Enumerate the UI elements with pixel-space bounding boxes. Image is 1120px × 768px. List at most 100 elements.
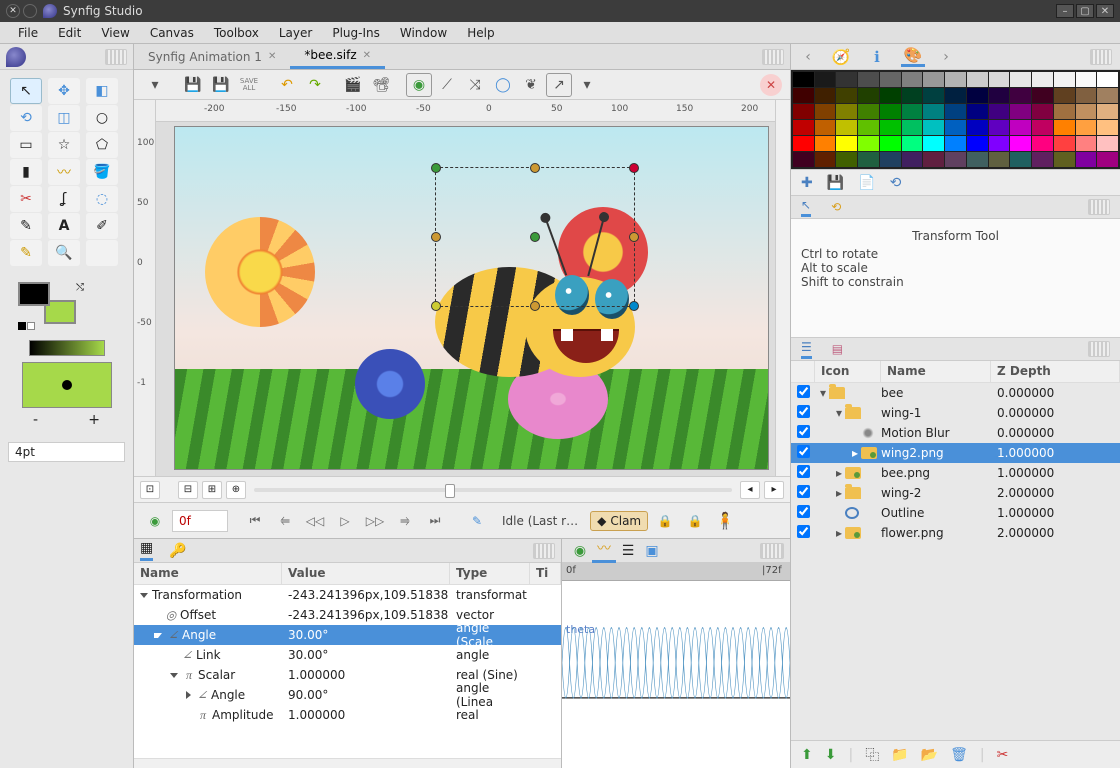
palette-swatch[interactable] (815, 88, 836, 103)
menu-canvas[interactable]: Canvas (140, 23, 204, 43)
vertical-scrollbar[interactable] (775, 100, 790, 476)
palette-swatch[interactable] (1054, 120, 1075, 135)
palette-swatch[interactable] (967, 88, 988, 103)
scroll-left-icon[interactable]: ◂ (740, 481, 760, 499)
save-as-icon[interactable]: 💾 (208, 73, 234, 97)
curves-tab3-icon[interactable]: ☰ (616, 543, 640, 559)
toolopt-tab-history-icon[interactable]: ⟲ (831, 200, 841, 214)
palette-swatch[interactable] (1097, 72, 1118, 87)
handle-mb[interactable] (530, 301, 540, 311)
brush-minus[interactable]: - (33, 412, 38, 428)
swap-colors-icon[interactable]: ⤭ (76, 282, 84, 293)
panel-grip[interactable] (1088, 199, 1110, 215)
handle-center[interactable] (530, 232, 540, 242)
zoom-tool[interactable]: 🔍 (48, 240, 80, 266)
col-name[interactable]: Name (881, 361, 991, 382)
palette-swatch[interactable] (923, 72, 944, 87)
palette-swatch[interactable] (902, 120, 923, 135)
palette-swatch[interactable] (1032, 88, 1053, 103)
handle-br[interactable] (629, 301, 639, 311)
palette-swatch[interactable] (1097, 104, 1118, 119)
close-canvas-button[interactable]: ✕ (760, 74, 782, 96)
palette-swatch[interactable] (989, 72, 1010, 87)
palette-swatch[interactable] (858, 136, 879, 151)
menu-help[interactable]: Help (457, 23, 504, 43)
eyedrop-tool[interactable]: ✎ (10, 213, 42, 239)
palette-swatch[interactable] (923, 136, 944, 151)
panel-grip[interactable] (1090, 49, 1112, 65)
palette-swatch[interactable] (902, 72, 923, 87)
palette-swatch[interactable] (1097, 88, 1118, 103)
palette-open-icon[interactable]: 📄 (858, 175, 875, 191)
doc-tab-2[interactable]: *bee.sifz✕ (290, 44, 385, 69)
palette-swatch[interactable] (1010, 152, 1031, 167)
menu-plugins[interactable]: Plug-Ins (322, 23, 390, 43)
palette-swatch[interactable] (815, 72, 836, 87)
palette-swatch[interactable] (793, 104, 814, 119)
palette-swatch[interactable] (1010, 72, 1031, 87)
fill-preview[interactable] (22, 362, 112, 408)
param-row[interactable]: ∠Angle90.00°angle (Linea (134, 685, 561, 705)
palette-swatch[interactable] (836, 136, 857, 151)
seek-start-icon[interactable]: ⏮ (242, 509, 268, 533)
col-value[interactable]: Value (282, 563, 450, 584)
canvas-viewport[interactable] (156, 122, 775, 476)
palette-swatch[interactable] (902, 152, 923, 167)
scroll-right-icon[interactable]: ▸ (764, 481, 784, 499)
menu-view[interactable]: View (91, 23, 139, 43)
menu-caret-icon[interactable]: ▾ (142, 73, 168, 97)
palette-swatch[interactable] (902, 88, 923, 103)
feather-icon[interactable]: ❦ (518, 73, 544, 97)
keyframe-future-icon[interactable]: ⤨ (462, 73, 488, 97)
panel-grip[interactable] (762, 49, 784, 65)
transform-tool[interactable]: ↖ (10, 78, 42, 104)
star-tool[interactable]: ☆ (48, 132, 80, 158)
layer-row[interactable]: ▾wing-10.000000 (791, 403, 1120, 423)
bucket-tool[interactable]: 🪣 (86, 159, 118, 185)
palette-swatch[interactable] (989, 88, 1010, 103)
layer-row[interactable]: Motion Blur0.000000 (791, 423, 1120, 443)
preview-icon[interactable]: 📽 (368, 73, 394, 97)
curves-tab4-icon[interactable]: ▣ (640, 543, 664, 559)
width-tool[interactable] (86, 240, 118, 266)
menu-toolbox[interactable]: Toolbox (204, 23, 269, 43)
sketch-tool[interactable]: ✎ (10, 240, 42, 266)
palette-swatch[interactable] (858, 152, 879, 167)
palette-swatch[interactable] (1076, 104, 1097, 119)
palette-swatch[interactable] (1097, 152, 1118, 167)
lasso-tool[interactable]: ◌ (86, 186, 118, 212)
palette-swatch[interactable] (880, 88, 901, 103)
smooth-move-tool[interactable]: ✥ (48, 78, 80, 104)
layer-delete-icon[interactable]: 🗑 (950, 747, 968, 763)
palette-swatch[interactable] (1054, 72, 1075, 87)
palette-swatch[interactable] (793, 152, 814, 167)
animate-mode-icon[interactable]: ◉ (142, 509, 168, 533)
col-zdepth[interactable]: Z Depth (991, 361, 1120, 382)
palette-swatch[interactable] (989, 136, 1010, 151)
palette-swatch[interactable] (1054, 104, 1075, 119)
zoom-in-icon[interactable]: ⊕ (226, 481, 246, 499)
seek-next-key-icon[interactable]: ⥤ (392, 509, 418, 533)
curves-tab2-icon[interactable]: 〰 (592, 538, 616, 563)
curve-time-ruler[interactable]: 0f |72f (562, 563, 790, 581)
layer-visible-checkbox[interactable] (797, 445, 810, 458)
palette-swatch[interactable] (902, 104, 923, 119)
col-name[interactable]: Name (134, 563, 282, 584)
palette-swatch[interactable] (989, 120, 1010, 135)
play-icon[interactable]: ▷ (332, 509, 358, 533)
palette-swatch[interactable] (793, 120, 814, 135)
layers-tab-icon[interactable]: ☰ (801, 340, 812, 359)
close-tab-icon[interactable]: ✕ (363, 50, 371, 61)
palette-swatch[interactable] (1032, 120, 1053, 135)
zoom-grid-icon[interactable]: ⊞ (202, 481, 222, 499)
rotate-tool[interactable]: ⟲ (10, 105, 42, 131)
palette-swatch[interactable] (923, 152, 944, 167)
menu-layer[interactable]: Layer (269, 23, 322, 43)
close-window-icon[interactable]: ✕ (6, 4, 20, 18)
layer-visible-checkbox[interactable] (797, 505, 810, 518)
onion-icon[interactable]: ◯ (490, 73, 516, 97)
clamp-button[interactable]: ◆ Clam (590, 511, 648, 531)
palette-swatch[interactable] (967, 152, 988, 167)
keyframes-tab-icon[interactable]: 🔑 (169, 543, 186, 559)
palette-swatch[interactable] (880, 120, 901, 135)
